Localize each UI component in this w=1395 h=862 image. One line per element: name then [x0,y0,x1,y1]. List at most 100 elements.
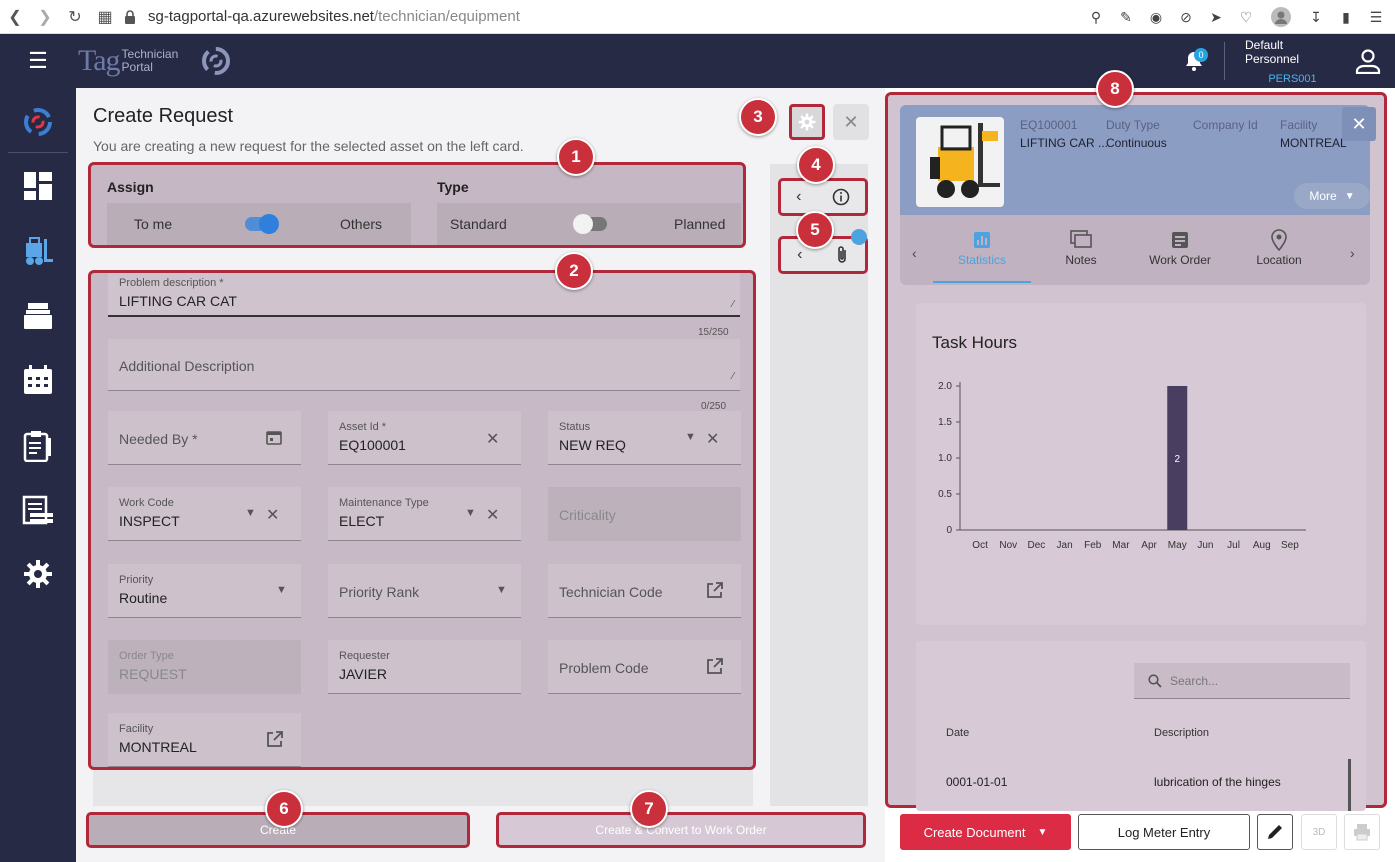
facility-field[interactable]: Facility MONTREAL [108,713,301,767]
maintenance-type-field[interactable]: Maintenance Type ELECT ▼ ✕ [328,487,521,541]
additional-description-field[interactable]: Additional Description ∕ [108,339,740,391]
reload-icon[interactable]: ↻ [60,0,90,34]
chart-x-tick-label: Jul [1227,540,1240,551]
tab-scroll-right-icon[interactable]: › [1350,245,1355,261]
assign-toggle-switch[interactable] [245,214,279,234]
create-document-label: Create Document [923,824,1026,840]
page-subtitle: You are creating a new request for the s… [93,138,524,154]
forward-icon[interactable]: ❯ [30,0,60,34]
block-icon[interactable]: ⊘ [1173,0,1199,34]
type-toggle-switch[interactable] [573,214,607,234]
log-meter-entry-button[interactable]: Log Meter Entry [1078,814,1250,850]
resize-handle-icon[interactable]: ∕ [732,371,734,382]
dropdown-arrow-icon[interactable]: ▼ [276,584,287,596]
work-code-field[interactable]: Work Code INSPECT ▼ ✕ [108,487,301,541]
url-path: /technician/equipment [373,8,520,25]
requester-field[interactable]: Requester JAVIER [328,640,521,694]
tab-notes-label: Notes [1065,253,1097,267]
sidebar-documents-icon[interactable] [0,296,76,336]
priority-rank-field[interactable]: Priority Rank ▼ [328,564,521,618]
priority-field[interactable]: Priority Routine ▼ [108,564,301,618]
edit-button[interactable] [1257,814,1293,850]
bar-chart-icon [973,227,991,253]
assign-others-label[interactable]: Others [340,216,382,232]
info-panel-toggle-button[interactable]: ‹ [778,178,868,216]
dropdown-arrow-icon[interactable]: ▼ [465,507,476,519]
chart-x-tick-label: Nov [999,540,1017,551]
tab-grid-icon[interactable]: ▦ [90,0,120,34]
work-code-value: INSPECT [119,513,180,529]
dropdown-arrow-icon[interactable]: ▼ [496,584,507,596]
assign-to-me-label[interactable]: To me [134,216,172,232]
app-header: ☰ Tag Technician Portal 0 Default Person… [0,34,1395,88]
work-order-icon [1171,227,1189,253]
problem-description-counter: 15/250 [698,327,729,338]
dropdown-arrow-icon[interactable]: ▼ [245,507,256,519]
camera-icon[interactable]: ◉ [1143,0,1169,34]
tab-scroll-left-icon[interactable]: ‹ [912,245,917,261]
back-icon[interactable]: ❮ [0,0,30,34]
profile-avatar-icon[interactable] [1263,0,1299,34]
needed-by-field[interactable]: Needed By * [108,411,301,465]
download-icon[interactable]: ↧ [1303,0,1329,34]
status-field[interactable]: Status NEW REQ ▼ ✕ [548,411,741,465]
open-external-icon[interactable] [266,731,283,748]
sidebar-settings-gear-icon[interactable] [0,554,76,594]
dropdown-arrow-icon[interactable]: ▼ [685,431,696,443]
asset-card-header: EQ100001 LIFTING CAR ... Duty Type Conti… [900,105,1376,215]
create-document-button[interactable]: Create Document ▼ [900,814,1071,850]
tab-statistics[interactable]: Statistics [933,227,1031,283]
notification-count-badge: 0 [1194,48,1208,62]
history-search-input[interactable]: Search... [1134,663,1350,699]
heart-icon[interactable]: ♡ [1233,0,1259,34]
clear-x-icon[interactable]: ✕ [486,505,499,525]
user-account-icon[interactable] [1340,34,1395,88]
hamburger-menu-icon[interactable]: ☰ [0,34,76,88]
technician-code-field[interactable]: Technician Code [548,564,741,618]
problem-code-field[interactable]: Problem Code [548,640,741,694]
view-3d-button[interactable]: 3D [1301,814,1337,850]
asset-id-field[interactable]: Asset Id * EQ100001 ✕ [328,411,521,465]
facility-label: Facility [119,723,154,735]
tab-statistics-label: Statistics [957,253,1006,267]
type-standard-label[interactable]: Standard [450,216,507,232]
tab-work-order[interactable]: Work Order [1131,227,1229,283]
send-icon[interactable]: ➤ [1203,0,1229,34]
problem-description-field[interactable]: Problem description * LIFTING CAR CAT ∕ [108,273,740,317]
sidebar-clipboard-icon[interactable] [0,426,76,466]
calendar-icon[interactable] [266,429,282,445]
tab-notes[interactable]: Notes [1032,227,1130,283]
clear-x-icon[interactable]: ✕ [706,429,719,449]
close-asset-card-button[interactable]: ✕ [1342,107,1376,141]
tab-work-order-label: Work Order [1149,253,1211,267]
sidebar-reports-icon[interactable] [0,490,76,530]
edit-icon[interactable]: ✎ [1113,0,1139,34]
maintenance-type-value: ELECT [339,513,385,529]
clear-x-icon[interactable]: ✕ [266,505,279,525]
clear-x-icon[interactable]: ✕ [486,429,499,449]
more-button[interactable]: More ▼ [1294,183,1370,209]
sidebar-dashboard-icon[interactable] [0,166,76,206]
create-convert-work-order-button[interactable]: Create & Convert to Work Order [496,812,866,848]
settings-button[interactable] [789,104,825,140]
close-request-button[interactable]: ✕ [833,104,869,140]
address-bar[interactable]: sg-tagportal-qa.azurewebsites.net/techni… [148,8,520,25]
resize-handle-icon[interactable]: ∕ [732,299,734,310]
user-info[interactable]: Default Personnel PERS001 [1245,38,1340,85]
sidebar-home-logo-icon[interactable] [0,102,76,142]
menu-icon[interactable]: ☰ [1363,0,1389,34]
notification-bell-icon[interactable]: 0 [1174,34,1214,88]
sidebar-calendar-icon[interactable] [0,360,76,400]
paperclip-icon [838,246,846,263]
history-scrollbar[interactable] [1348,759,1351,811]
logo-portal-text: Technician Portal [122,48,179,74]
tab-location[interactable]: Location [1230,227,1328,283]
type-planned-label[interactable]: Planned [674,216,725,232]
search-zoom-icon[interactable]: ⚲ [1083,0,1109,34]
open-external-icon[interactable] [706,582,723,599]
print-button[interactable] [1344,814,1380,850]
open-external-icon[interactable] [706,658,723,675]
task-hours-chart: 0 0.5 1.0 1.5 2.0 Oct Nov Dec Jan Feb Mar Apr May 2 Ju… [938,381,1306,551]
sidebar-divider [8,152,68,153]
sidebar-equipment-forklift-icon[interactable] [0,232,76,272]
